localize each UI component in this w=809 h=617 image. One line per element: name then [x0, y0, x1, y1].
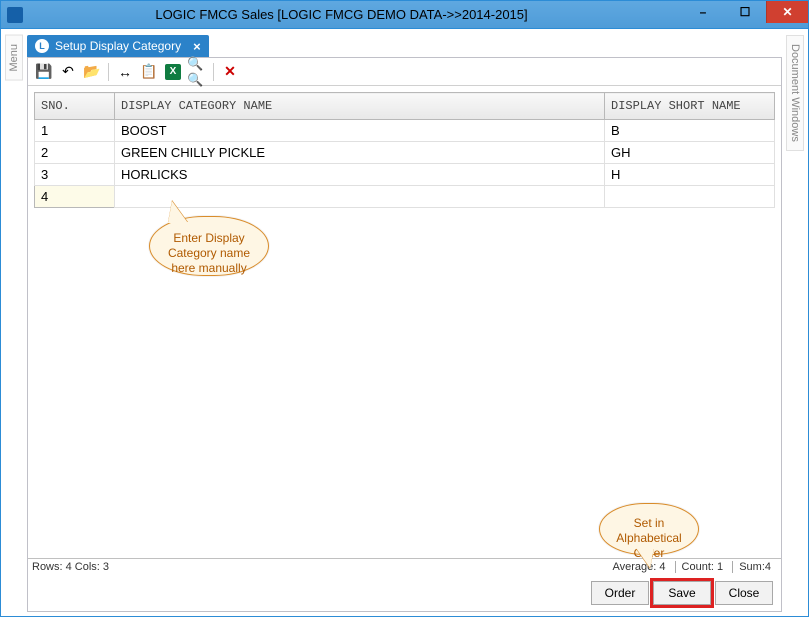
column-header-name[interactable]: DISPLAY CATEGORY NAME	[115, 93, 605, 120]
toolbar-separator	[108, 63, 109, 81]
delete-icon[interactable]: ✕	[220, 62, 240, 82]
minimize-button[interactable]: –	[682, 1, 724, 23]
save-icon[interactable]: 💾	[34, 62, 54, 82]
title-bar: LOGIC FMCG Sales [LOGIC FMCG DEMO DATA->…	[1, 1, 808, 29]
save-button[interactable]: Save	[653, 581, 711, 605]
data-grid[interactable]: SNO. DISPLAY CATEGORY NAME DISPLAY SHORT…	[34, 92, 775, 208]
cell-sno[interactable]: 2	[35, 142, 115, 164]
app-window: LOGIC FMCG Sales [LOGIC FMCG DEMO DATA->…	[0, 0, 809, 617]
doc-tab-icon: L	[35, 39, 49, 53]
aggregate-status: Average: 4 Count: 1 Sum:4	[606, 561, 777, 573]
row-col-status: Rows: 4 Cols: 3	[32, 561, 109, 573]
window-controls: – ☐ ✕	[682, 7, 808, 23]
status-count: Count: 1	[675, 561, 730, 573]
document-tabbar: L Setup Display Category ×	[27, 33, 782, 57]
doc-tab-label: Setup Display Category	[55, 39, 181, 53]
column-width-icon[interactable]: ↔	[115, 62, 135, 82]
copy-icon[interactable]: 📋	[139, 62, 159, 82]
cell-short[interactable]	[605, 186, 775, 208]
status-sum: Sum:4	[732, 561, 777, 573]
callout-alphabetical: Set in Alphabetical Order	[599, 503, 699, 555]
cell-sno-active[interactable]: 4	[35, 186, 115, 208]
column-header-short[interactable]: DISPLAY SHORT NAME	[605, 93, 775, 120]
table-row[interactable]: 4	[35, 186, 775, 208]
column-header-sno[interactable]: SNO.	[35, 93, 115, 120]
undo-icon[interactable]: ↶	[58, 62, 78, 82]
find-icon[interactable]: 🔍🔍	[187, 62, 207, 82]
table-row[interactable]: 1 BOOST B	[35, 120, 775, 142]
cell-short[interactable]: H	[605, 164, 775, 186]
order-button[interactable]: Order	[591, 581, 649, 605]
excel-icon[interactable]: X	[163, 62, 183, 82]
cell-name[interactable]: GREEN CHILLY PICKLE	[115, 142, 605, 164]
cell-name[interactable]: HORLICKS	[115, 164, 605, 186]
document-windows-tab[interactable]: Document Windows	[786, 35, 804, 151]
toolbar: 💾 ↶ 📂 ↔ 📋 X 🔍🔍 ✕	[28, 58, 781, 86]
close-tab-icon[interactable]: ×	[193, 39, 201, 54]
window-close-button[interactable]: ✕	[766, 1, 808, 23]
cell-short[interactable]: GH	[605, 142, 775, 164]
button-bar: Order Save Close	[28, 575, 781, 611]
callout-enter-name: Enter Display Category name here manuall…	[149, 216, 269, 276]
cell-short[interactable]: B	[605, 120, 775, 142]
cell-name[interactable]	[115, 186, 605, 208]
table-row[interactable]: 2 GREEN CHILLY PICKLE GH	[35, 142, 775, 164]
grid-status-bar: Rows: 4 Cols: 3 Average: 4 Count: 1 Sum:…	[28, 558, 781, 575]
maximize-button[interactable]: ☐	[724, 1, 766, 23]
grid-container: SNO. DISPLAY CATEGORY NAME DISPLAY SHORT…	[28, 86, 781, 558]
cell-sno[interactable]: 1	[35, 120, 115, 142]
close-button[interactable]: Close	[715, 581, 773, 605]
document-tab[interactable]: L Setup Display Category ×	[27, 35, 209, 57]
cell-name[interactable]: BOOST	[115, 120, 605, 142]
cell-sno[interactable]: 3	[35, 164, 115, 186]
window-title: LOGIC FMCG Sales [LOGIC FMCG DEMO DATA->…	[1, 7, 682, 22]
open-icon[interactable]: 📂	[82, 62, 102, 82]
table-row[interactable]: 3 HORLICKS H	[35, 164, 775, 186]
menu-panel-tab[interactable]: Menu	[5, 35, 23, 81]
toolbar-separator	[213, 63, 214, 81]
